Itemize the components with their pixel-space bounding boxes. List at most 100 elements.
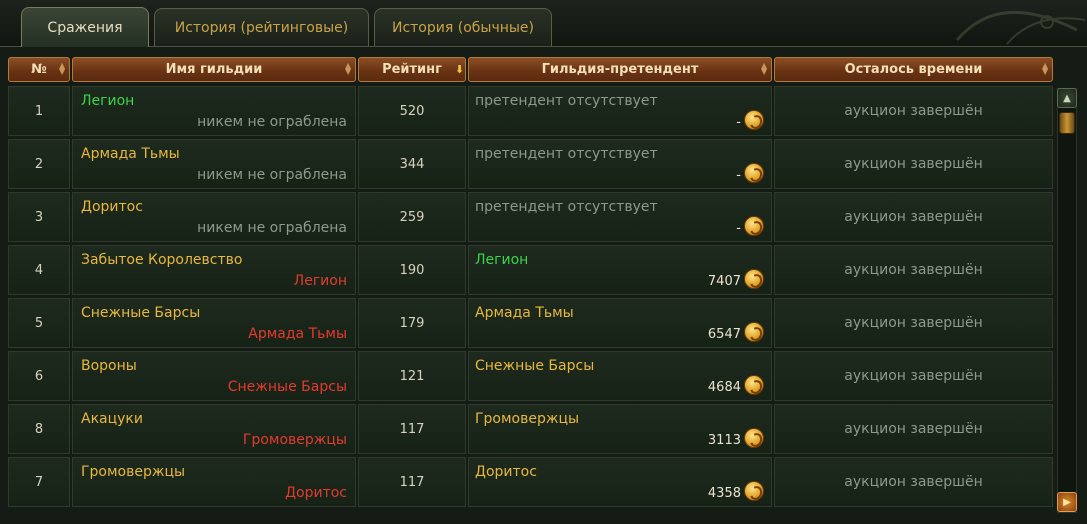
column-header-guild[interactable]: Имя гильдии ▲ ▼ [72,57,356,82]
auction-status: аукцион завершён [774,192,1053,242]
row-number: 6 [8,351,70,401]
guild-name[interactable]: Вороны [81,358,137,374]
column-header-rating[interactable]: Рейтинг ⬇ [358,57,466,82]
guild-cell: Армада Тьмы никем не ограблена [72,139,356,189]
row-number: 1 [8,86,70,136]
row-number: 3 [8,192,70,242]
sort-arrows-icon: ▲ ▼ [761,61,768,76]
guild-name[interactable]: Громовержцы [81,464,185,480]
gold-coin-icon [744,269,764,289]
column-header-label: Осталось времени [844,62,983,77]
robbed-by: Громовержцы [242,432,347,448]
row-number: 4 [8,245,70,295]
column-header-label: № [31,62,47,77]
robbed-by: Легион [293,273,347,289]
tab-history-rated[interactable]: История (рейтинговые) [154,8,369,46]
sort-arrows-icon: ▲ ▼ [1042,61,1049,76]
column-header-num[interactable]: № ▲ ▼ [8,57,70,82]
challenger-name[interactable]: Доритос [475,464,537,480]
challenger-cell: Легион 7407 [468,245,772,295]
gold-coin-icon [744,163,764,183]
rating-value: 117 [358,404,466,454]
robbed-by: Армада Тьмы [248,326,347,342]
rating-value: 520 [358,86,466,136]
guild-cell: Снежные Барсы Армада Тьмы [72,298,356,348]
challenger-name[interactable]: претендент отсутствует [475,146,658,162]
tab-history-normal[interactable]: История (обычные) [374,8,552,46]
table-row[interactable]: 8 Акацуки Громовержцы 117 Громовержцы 31… [8,404,1053,454]
auction-status: аукцион завершён [774,298,1053,348]
scroll-up-button[interactable]: ▲ [1057,88,1077,108]
guild-name[interactable]: Доритос [81,199,143,215]
robbed-by: Снежные Барсы [227,379,347,395]
challenger-name[interactable]: Снежные Барсы [475,358,594,374]
challenger-cell: Снежные Барсы 4684 [468,351,772,401]
scroll-to-bottom-button[interactable]: ▶ [1057,492,1077,512]
rating-value: 179 [358,298,466,348]
row-number: 2 [8,139,70,189]
challenger-cell: претендент отсутствует - [468,139,772,189]
challenger-name[interactable]: Громовержцы [475,411,579,427]
challenger-cell: Доритос 4358 [468,457,772,507]
guild-cell: Громовержцы Доритос [72,457,356,507]
gold-coin-icon [744,481,764,501]
column-header-label: Рейтинг [382,62,442,77]
bid-amount: 4358 [707,486,741,501]
auction-status: аукцион завершён [774,351,1053,401]
challenger-cell: Громовержцы 3113 [468,404,772,454]
scrollbar-thumb[interactable] [1059,112,1075,134]
table-row[interactable]: 4 Забытое Королевство Легион 190 Легион … [8,245,1053,295]
guild-cell: Акацуки Громовержцы [72,404,356,454]
table-row[interactable]: 7 Громовержцы Доритос 117 Доритос 4358 а… [8,457,1053,507]
scrollbar-track[interactable] [1057,88,1077,513]
guild-name[interactable]: Армада Тьмы [81,146,180,162]
guild-name[interactable]: Забытое Королевство [81,252,242,268]
challenger-name[interactable]: Легион [475,252,528,268]
bid-amount: - [736,168,741,183]
bid-amount: 6547 [707,327,741,342]
guild-name[interactable]: Снежные Барсы [81,305,200,321]
guild-name[interactable]: Легион [81,93,134,109]
auction-status: аукцион завершён [774,139,1053,189]
challenger-name[interactable]: претендент отсутствует [475,93,658,109]
sort-arrows-icon: ▲ ▼ [345,61,352,76]
gold-coin-icon [744,216,764,236]
column-header-challenger[interactable]: Гильдия-претендент ▲ ▼ [468,57,772,82]
row-number: 5 [8,298,70,348]
column-header-label: Гильдия-претендент [541,62,699,77]
ornament-decoration [955,10,1086,45]
bid-amount: 4684 [707,380,741,395]
table-row[interactable]: 6 Вороны Снежные Барсы 121 Снежные Барсы… [8,351,1053,401]
rating-value: 344 [358,139,466,189]
robbed-by: никем не ограблена [197,114,347,130]
bid-amount: - [736,221,741,236]
tab-battles[interactable]: Сражения [21,7,149,47]
guild-name[interactable]: Акацуки [81,411,143,427]
auction-status: аукцион завершён [774,457,1053,507]
challenger-cell: претендент отсутствует - [468,192,772,242]
bid-amount: 7407 [707,274,741,289]
table-row[interactable]: 1 Легион никем не ограблена 520 претенде… [8,86,1053,136]
rating-value: 190 [358,245,466,295]
guild-cell: Легион никем не ограблена [72,86,356,136]
row-number: 7 [8,457,70,507]
table-row[interactable]: 5 Снежные Барсы Армада Тьмы 179 Армада Т… [8,298,1053,348]
gold-coin-icon [744,428,764,448]
robbed-by: никем не ограблена [197,167,347,183]
auction-status: аукцион завершён [774,404,1053,454]
column-header-time-left[interactable]: Осталось времени ▲ ▼ [774,57,1053,82]
challenger-cell: претендент отсутствует - [468,86,772,136]
table-row[interactable]: 2 Армада Тьмы никем не ограблена 344 пре… [8,139,1053,189]
auction-status: аукцион завершён [774,245,1053,295]
robbed-by: никем не ограблена [197,220,347,236]
challenger-cell: Армада Тьмы 6547 [468,298,772,348]
table-row[interactable]: 3 Доритос никем не ограблена 259 претенд… [8,192,1053,242]
challenger-name[interactable]: претендент отсутствует [475,199,658,215]
auction-status: аукцион завершён [774,86,1053,136]
robbed-by: Доритос [285,485,347,501]
gold-coin-icon [744,322,764,342]
guild-cell: Доритос никем не ограблена [72,192,356,242]
bid-amount: 3113 [707,433,741,448]
row-number: 8 [8,404,70,454]
challenger-name[interactable]: Армада Тьмы [475,305,574,321]
